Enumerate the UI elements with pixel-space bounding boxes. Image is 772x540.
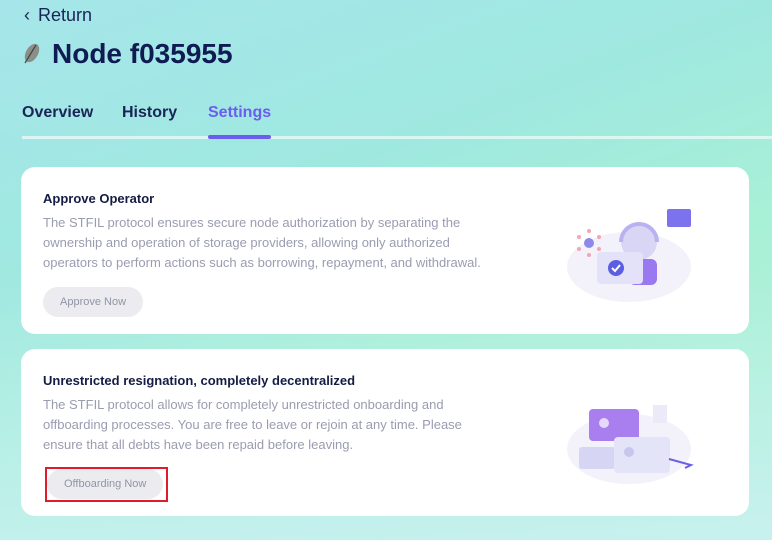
tab-divider — [22, 136, 772, 139]
operator-illustration — [567, 209, 691, 302]
approve-operator-card: Approve Operator The STFIL protocol ensu… — [21, 167, 749, 334]
tab-settings[interactable]: Settings — [208, 104, 272, 139]
return-link[interactable]: ‹ Return — [24, 5, 92, 26]
highlight-box — [45, 467, 168, 502]
page-header: Node f035955 — [22, 38, 233, 70]
tab-bar: Overview History Settings — [22, 104, 772, 140]
approve-now-button[interactable]: Approve Now — [43, 287, 144, 317]
card-title: Approve Operator — [43, 191, 155, 206]
tab-history[interactable]: History — [122, 104, 177, 122]
card-title: Unrestricted resignation, completely dec… — [43, 373, 356, 388]
id-cards-illustration — [567, 405, 694, 484]
card-description: The STFIL protocol ensures secure node a… — [43, 215, 481, 270]
offboarding-card: Unrestricted resignation, completely dec… — [21, 349, 749, 516]
page-title: Node f035955 — [52, 38, 233, 69]
card-description: The STFIL protocol allows for completely… — [43, 397, 462, 452]
return-label: Return — [38, 5, 93, 25]
leaf-icon — [24, 43, 40, 64]
chevron-left-icon: ‹ — [24, 5, 30, 25]
tab-overview[interactable]: Overview — [22, 104, 93, 122]
